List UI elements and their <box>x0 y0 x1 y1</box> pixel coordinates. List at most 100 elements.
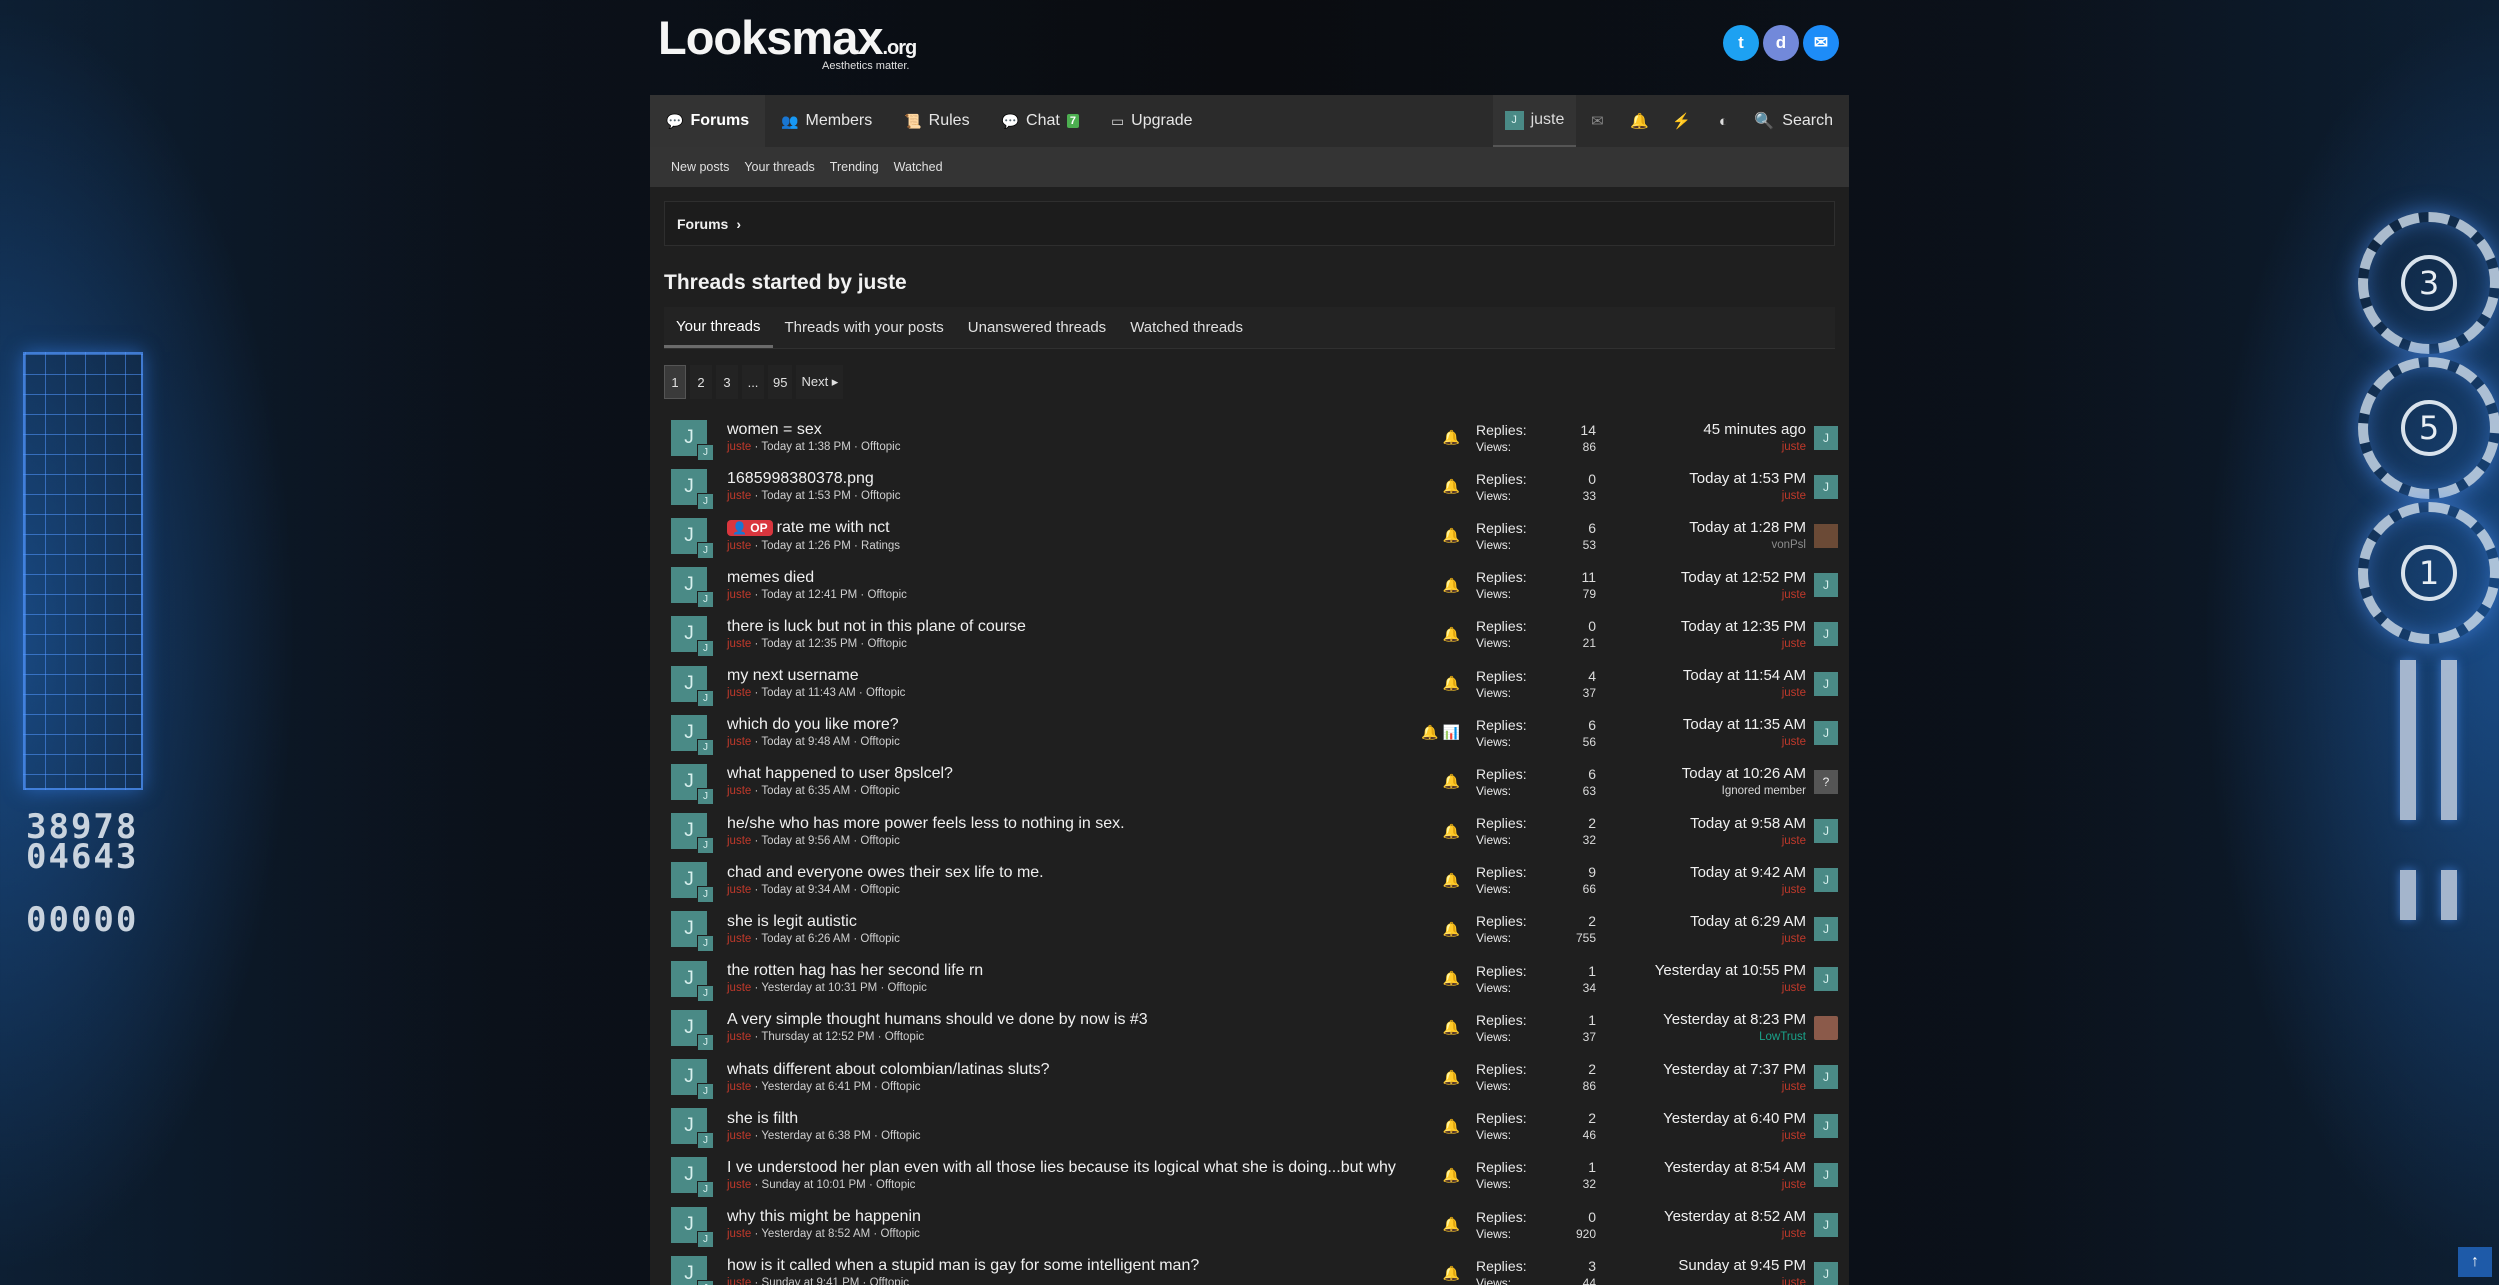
thread-title[interactable]: why this might be happenin <box>727 1207 1407 1226</box>
thread-forum[interactable]: Offtopic <box>860 785 899 797</box>
thread-title[interactable]: women = sex <box>727 420 1407 439</box>
avatar[interactable]: JJ <box>671 517 714 559</box>
thread-date[interactable]: Today at 1:38 PM <box>761 441 851 453</box>
subnav-your-threads[interactable]: Your threads <box>744 160 814 174</box>
scroll-to-top-button[interactable]: ↑ <box>2458 1247 2492 1277</box>
last-poster-avatar[interactable]: J <box>1814 917 1838 942</box>
avatar[interactable]: JJ <box>671 1059 714 1101</box>
breadcrumb-forums[interactable]: Forums <box>677 216 728 232</box>
last-poster-avatar[interactable]: J <box>1814 1065 1838 1090</box>
avatar[interactable]: JJ <box>671 911 714 953</box>
last-post-date[interactable]: Yesterday at 8:54 AM <box>1634 1158 1806 1177</box>
subnav-watched[interactable]: Watched <box>894 160 943 174</box>
user-menu[interactable]: Jjuste <box>1492 95 1577 147</box>
thread-row[interactable]: JJ the rotten hag has her second life rn… <box>664 954 1838 1003</box>
thread-row[interactable]: JJ women = sex juste · Today at 1:38 PM … <box>664 413 1838 462</box>
last-post-user[interactable]: juste <box>1634 685 1806 701</box>
thread-date[interactable]: Sunday at 10:01 PM <box>762 1179 866 1191</box>
thread-author[interactable]: juste <box>727 687 751 699</box>
last-poster-avatar[interactable]: J <box>1814 622 1838 647</box>
thread-forum[interactable]: Offtopic <box>866 687 905 699</box>
thread-title[interactable]: what happened to user 8pslcel? <box>727 764 1407 783</box>
thread-forum[interactable]: Offtopic <box>860 884 899 896</box>
last-post-user[interactable]: vonPsl <box>1634 537 1806 553</box>
last-poster-avatar[interactable]: J <box>1814 819 1838 844</box>
thread-title[interactable]: how is it called when a stupid man is ga… <box>727 1256 1407 1275</box>
last-poster-avatar[interactable]: J <box>1814 474 1838 499</box>
last-poster-avatar[interactable]: ? <box>1814 769 1838 794</box>
thread-author[interactable]: juste <box>727 441 751 453</box>
thread-author[interactable]: juste <box>727 933 751 945</box>
avatar[interactable]: JJ <box>671 960 714 1002</box>
nav-upgrade[interactable]: ▭ Upgrade <box>1095 95 1209 147</box>
page-1[interactable]: 1 <box>664 365 686 399</box>
thread-date[interactable]: Today at 1:53 PM <box>761 490 851 502</box>
thread-date[interactable]: Yesterday at 6:38 PM <box>761 1130 871 1142</box>
thread-row[interactable]: JJ how is it called when a stupid man is… <box>664 1249 1838 1285</box>
last-post-user[interactable]: juste <box>1634 882 1806 898</box>
last-post-date[interactable]: Today at 9:42 AM <box>1634 863 1806 882</box>
thread-row[interactable]: JJ which do you like more? juste · Today… <box>664 708 1838 757</box>
last-post-user[interactable]: LowTrust <box>1634 1029 1806 1045</box>
nav-members[interactable]: 👥 Members <box>765 95 888 147</box>
last-post-date[interactable]: Today at 9:58 AM <box>1634 814 1806 833</box>
last-post-date[interactable]: Today at 10:26 AM <box>1634 764 1806 783</box>
thread-forum[interactable]: Offtopic <box>881 1081 920 1093</box>
avatar[interactable]: JJ <box>671 616 714 658</box>
thread-title[interactable]: 👤 OP rate me with nct <box>727 518 1407 538</box>
last-poster-avatar[interactable] <box>1814 523 1838 548</box>
last-poster-avatar[interactable] <box>1814 1015 1838 1040</box>
twitter-icon[interactable]: t <box>1723 25 1759 61</box>
thread-forum[interactable]: Offtopic <box>876 1179 915 1191</box>
last-post-user[interactable]: juste <box>1634 1226 1806 1242</box>
last-post-date[interactable]: Today at 1:53 PM <box>1634 469 1806 488</box>
thread-title[interactable]: she is filth <box>727 1109 1407 1128</box>
thread-author[interactable]: juste <box>727 1031 751 1043</box>
last-post-user[interactable]: juste <box>1634 439 1806 455</box>
thread-row[interactable]: JJ 👤 OP rate me with nct juste · Today at… <box>664 511 1838 560</box>
thread-author[interactable]: juste <box>727 1228 751 1240</box>
thread-row[interactable]: JJ memes died juste · Today at 12:41 PM … <box>664 561 1838 610</box>
thread-forum[interactable]: Offtopic <box>867 589 906 601</box>
thread-title[interactable]: the rotten hag has her second life rn <box>727 961 1407 980</box>
next-page-button[interactable]: Next ▸ <box>796 365 844 399</box>
last-poster-avatar[interactable]: J <box>1814 573 1838 598</box>
thread-date[interactable]: Sunday at 9:41 PM <box>762 1277 860 1285</box>
nav-chat[interactable]: 💬 Chat 7 <box>986 95 1095 147</box>
last-post-user[interactable]: juste <box>1634 980 1806 996</box>
thread-title[interactable]: whats different about colombian/latinas … <box>727 1060 1407 1079</box>
last-post-user[interactable]: Ignored member <box>1634 783 1806 799</box>
last-poster-avatar[interactable]: J <box>1814 720 1838 745</box>
thread-row[interactable]: JJ chad and everyone owes their sex life… <box>664 856 1838 905</box>
thread-row[interactable]: JJ whats different about colombian/latin… <box>664 1052 1838 1101</box>
last-poster-avatar[interactable]: J <box>1814 966 1838 991</box>
thread-author[interactable]: juste <box>727 1081 751 1093</box>
last-post-date[interactable]: Yesterday at 8:52 AM <box>1634 1207 1806 1226</box>
thread-row[interactable]: JJ my next username juste · Today at 11:… <box>664 659 1838 708</box>
thread-date[interactable]: Thursday at 12:52 PM <box>761 1031 874 1043</box>
last-post-date[interactable]: Today at 1:28 PM <box>1634 518 1806 537</box>
thread-author[interactable]: juste <box>727 835 751 847</box>
thread-forum[interactable]: Offtopic <box>881 1130 920 1142</box>
thread-author[interactable]: juste <box>727 540 751 552</box>
last-post-date[interactable]: Sunday at 9:45 PM <box>1634 1256 1806 1275</box>
last-post-date[interactable]: Today at 12:52 PM <box>1634 568 1806 587</box>
thread-date[interactable]: Yesterday at 10:31 PM <box>761 982 877 994</box>
thread-title[interactable]: she is legit autistic <box>727 912 1407 931</box>
thread-title[interactable]: chad and everyone owes their sex life to… <box>727 863 1407 882</box>
last-post-user[interactable]: juste <box>1634 1079 1806 1095</box>
thread-title[interactable]: which do you like more? <box>727 715 1407 734</box>
last-post-date[interactable]: Yesterday at 6:40 PM <box>1634 1109 1806 1128</box>
last-poster-avatar[interactable]: J <box>1814 1261 1838 1285</box>
last-poster-avatar[interactable]: J <box>1814 868 1838 893</box>
search-button[interactable]: 🔍 Search <box>1744 95 1849 147</box>
last-post-user[interactable]: juste <box>1634 734 1806 750</box>
thread-date[interactable]: Today at 6:26 AM <box>761 933 850 945</box>
last-post-date[interactable]: Yesterday at 8:23 PM <box>1634 1010 1806 1029</box>
discord-icon[interactable]: d <box>1763 25 1799 61</box>
thread-title[interactable]: 1685998380378.png <box>727 469 1407 488</box>
thread-date[interactable]: Today at 6:35 AM <box>761 785 850 797</box>
avatar[interactable]: JJ <box>671 419 714 461</box>
thread-date[interactable]: Today at 9:48 AM <box>761 736 850 748</box>
email-icon[interactable]: ✉ <box>1803 25 1839 61</box>
